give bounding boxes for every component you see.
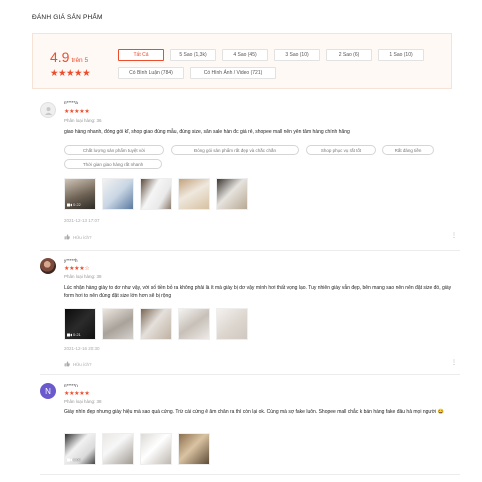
video-camera-icon xyxy=(67,333,72,336)
review-variant: Phân loại hàng: 38 xyxy=(64,274,102,279)
thumbs-up-icon xyxy=(64,361,70,367)
review-image-thumbnail[interactable] xyxy=(140,433,172,465)
helpful-button[interactable]: Hữu ích? xyxy=(64,234,92,240)
review-item: N n*****n ★★★★★ Phân loại hàng: 38 Giày … xyxy=(40,383,460,473)
review-video-thumbnail[interactable]: 0:22 xyxy=(64,178,96,210)
video-camera-icon xyxy=(67,203,72,206)
video-duration: 0:06 xyxy=(73,457,81,462)
user-icon xyxy=(44,106,52,115)
review-video-thumbnail[interactable]: 0:21 xyxy=(64,308,96,340)
review-tag: Thời gian giao hàng rất nhanh xyxy=(64,159,162,169)
rating-summary: 4.9 trên 5 ★★★★★ Tất Cả 5 Sao (1,3k) 4 S… xyxy=(32,33,452,89)
score-value: 4.9 xyxy=(50,49,70,65)
review-stars: ★★★★☆ xyxy=(64,266,90,272)
filter-1-star[interactable]: 1 Sao (10) xyxy=(378,49,424,61)
review-video-thumbnail[interactable]: 0:06 xyxy=(64,433,96,465)
review-variant: Phân loại hàng: 38 xyxy=(64,399,102,404)
review-username: y*****h xyxy=(64,258,78,263)
review-tag: Đóng gói sản phẩm rất đẹp và chắc chắn xyxy=(171,145,299,155)
video-badge: 0:06 xyxy=(67,457,81,462)
review-image-thumbnail[interactable] xyxy=(102,308,134,340)
filter-with-media[interactable]: Có Hình Ảnh / Video (721) xyxy=(190,67,276,79)
filter-with-comment[interactable]: Có Bình Luận (784) xyxy=(118,67,184,79)
review-date: 2021-12-16 20:30 xyxy=(64,346,100,351)
helpful-label: Hữu ích? xyxy=(73,361,92,367)
review-image-thumbnail[interactable] xyxy=(102,433,134,465)
avatar xyxy=(40,258,56,274)
review-tag: Shop phục vụ rất tốt xyxy=(306,145,376,155)
filter-4-star[interactable]: 4 Sao (45) xyxy=(222,49,268,61)
section-title: ĐÁNH GIÁ SẢN PHẨM xyxy=(32,14,103,21)
overall-stars: ★★★★★ xyxy=(50,68,91,79)
review-divider xyxy=(40,374,460,375)
score-suffix: trên 5 xyxy=(71,57,89,64)
filter-2-star[interactable]: 2 Sao (6) xyxy=(326,49,372,61)
filter-all[interactable]: Tất Cả xyxy=(118,49,164,61)
helpful-label: Hữu ích? xyxy=(73,234,92,240)
video-duration: 0:22 xyxy=(73,202,81,207)
filter-5-star[interactable]: 5 Sao (1,3k) xyxy=(170,49,216,61)
review-item: n*****a ★★★★★ Phân loại hàng: 36 giao hà… xyxy=(40,100,460,250)
video-badge: 0:22 xyxy=(67,202,81,207)
review-divider xyxy=(40,250,460,251)
review-variant: Phân loại hàng: 36 xyxy=(64,118,102,123)
review-text: giao hàng nhanh, đóng gói kĩ, shop giao … xyxy=(64,129,350,135)
video-camera-icon xyxy=(67,458,72,461)
review-stars: ★★★★★ xyxy=(64,109,90,115)
review-image-thumbnail[interactable] xyxy=(102,178,134,210)
video-duration: 0:21 xyxy=(73,332,81,337)
review-username: n*****n xyxy=(64,383,78,388)
more-vertical-icon[interactable]: ⋮ xyxy=(451,232,457,239)
review-tag: Chất lượng sản phẩm tuyệt vời xyxy=(64,145,164,155)
review-stars: ★★★★★ xyxy=(64,391,90,397)
filter-3-star[interactable]: 3 Sao (10) xyxy=(274,49,320,61)
review-item: y*****h ★★★★☆ Phân loại hàng: 38 Lúc nhậ… xyxy=(40,258,460,373)
avatar: N xyxy=(40,383,56,399)
review-image-thumbnail[interactable] xyxy=(140,308,172,340)
review-image-thumbnail[interactable] xyxy=(178,308,210,340)
review-image-thumbnail[interactable] xyxy=(178,178,210,210)
review-image-thumbnail[interactable] xyxy=(216,308,248,340)
video-badge: 0:21 xyxy=(67,332,81,337)
review-text: Giày nhìn đẹp nhưng giày hiệu mà sao quá… xyxy=(64,409,444,415)
review-image-thumbnail[interactable] xyxy=(178,433,210,465)
avatar xyxy=(40,102,56,118)
review-username: n*****a xyxy=(64,100,78,105)
review-image-thumbnail[interactable] xyxy=(216,178,248,210)
more-vertical-icon[interactable]: ⋮ xyxy=(451,359,457,366)
review-text: Lúc nhận hàng giày to dơ như vậy, với số… xyxy=(64,285,452,299)
review-date: 2021-12-13 17:07 xyxy=(64,218,100,223)
review-tag: Rất đáng tiền xyxy=(382,145,434,155)
helpful-button[interactable]: Hữu ích? xyxy=(64,361,92,367)
thumbs-up-icon xyxy=(64,234,70,240)
overall-score: 4.9 trên 5 xyxy=(50,49,88,65)
review-image-thumbnail[interactable] xyxy=(140,178,172,210)
review-divider xyxy=(40,474,460,475)
